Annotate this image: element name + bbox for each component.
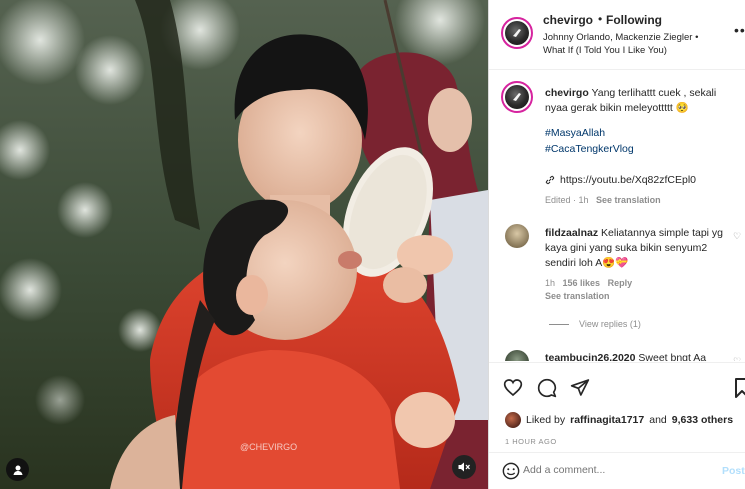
comment-reply-button[interactable]: Reply [608, 278, 633, 288]
comment-meta: 1h 156 likes Reply [545, 278, 632, 288]
post-side-panel: chevirgo • Following Johnny Orlando, Mac… [488, 0, 745, 489]
likes-others-count[interactable]: 9,633 others [672, 414, 733, 426]
comment-text: fildzaalnaz Keliatannya simple tapi yg k… [545, 226, 725, 271]
hand-logo-icon [513, 93, 521, 101]
comment-like-icon[interactable]: ♡ [733, 231, 741, 242]
caption-text: chevirgo Yang terlihattt cuek , sekali n… [545, 86, 735, 116]
action-bar [489, 362, 745, 412]
link-icon [545, 175, 555, 185]
replies-line [549, 323, 569, 325]
author-avatar[interactable] [501, 17, 533, 49]
caption-meta: Edited · 1h See translation [545, 195, 661, 205]
youtube-link-text[interactable]: https://youtu.be/Xq82zfCEpl0 [560, 174, 696, 186]
following-button[interactable]: Following [606, 13, 662, 27]
youtube-link[interactable]: https://youtu.be/Xq82zfCEpl0 [545, 174, 696, 186]
view-replies-button[interactable]: View replies (1) [549, 319, 641, 329]
post-header: chevirgo • Following Johnny Orlando, Mac… [489, 0, 745, 70]
post-timestamp[interactable]: 1 HOUR AGO [505, 437, 557, 446]
comment-input[interactable] [523, 464, 703, 476]
comment-likes-count[interactable]: 156 likes [563, 278, 601, 288]
hand-logo-icon [513, 29, 521, 37]
audio-track-link[interactable]: Johnny Orlando, Mackenzie Ziegler • What… [543, 31, 723, 57]
commenter-avatar[interactable] [505, 350, 529, 361]
heart-icon[interactable] [503, 378, 523, 397]
liker-username[interactable]: raffinagita1717 [570, 414, 644, 426]
emoji-icon[interactable] [502, 462, 520, 480]
comment-like-icon[interactable]: ♡ [733, 356, 741, 361]
caption-time: Edited · 1h [545, 195, 589, 205]
post-button[interactable]: Post [722, 465, 745, 477]
comment-text: teambucin26.2020 Sweet bngt Aa [545, 351, 725, 361]
comment-see-translation[interactable]: See translation [545, 291, 610, 301]
user-tag-button[interactable] [6, 458, 29, 481]
caption-see-translation[interactable]: See translation [596, 195, 661, 205]
separator-dot: • [598, 12, 603, 26]
speaker-muted-icon [458, 462, 470, 472]
likes-summary: Liked by raffinagita1717 and 9,633 other… [505, 412, 733, 428]
liker-avatar[interactable] [505, 412, 521, 428]
comment-time: 1h [545, 278, 556, 288]
more-options-icon[interactable]: ••• [734, 22, 745, 38]
view-replies-label[interactable]: View replies (1) [579, 319, 641, 329]
watermark: @CHEVIRGO [240, 442, 297, 452]
add-comment-bar: Post [489, 452, 745, 489]
comments-list[interactable]: chevirgo Yang terlihattt cuek , sekali n… [489, 71, 745, 361]
liked-by-prefix: Liked by [526, 414, 566, 426]
commenter-username[interactable]: teambucin26.2020 [545, 352, 635, 361]
paper-plane-icon[interactable] [570, 378, 590, 397]
hashtag-masyaallah[interactable]: #MasyaAllah [545, 127, 605, 139]
mute-button[interactable] [452, 455, 476, 479]
caption-avatar[interactable] [501, 81, 533, 113]
hashtag-cacatengkervlog[interactable]: #CacaTengkerVlog [545, 143, 634, 155]
video-frame: @CHEVIRGO [0, 0, 488, 489]
caption-username[interactable]: chevirgo [545, 87, 589, 99]
commenter-username[interactable]: fildzaalnaz [545, 227, 598, 239]
commenter-avatar[interactable] [505, 224, 529, 248]
bookmark-icon[interactable] [735, 378, 745, 398]
comment-icon[interactable] [537, 378, 557, 398]
person-icon [13, 465, 22, 475]
author-username[interactable]: chevirgo [543, 13, 593, 27]
comment-body: Sweet bngt Aa [638, 352, 707, 361]
liked-by-and: and [649, 414, 667, 426]
post-media[interactable]: @CHEVIRGO [0, 0, 488, 489]
